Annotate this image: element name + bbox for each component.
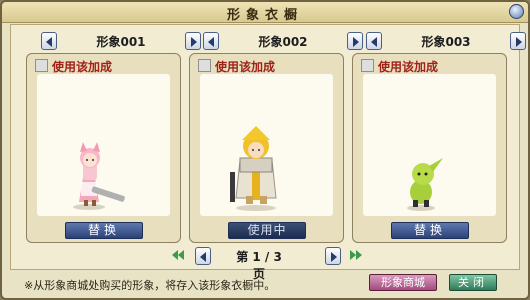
double-right-icon-part <box>356 250 362 260</box>
slot-name: 形象003 <box>421 35 471 49</box>
prev-outfit-button[interactable] <box>203 32 219 50</box>
outfit-preview <box>200 74 333 216</box>
outfit-card-3: 使用该加成 替换 <box>352 53 507 243</box>
arrow-right-icon <box>516 37 522 47</box>
title-bar[interactable]: 形象衣橱 <box>2 2 528 23</box>
in-use-button[interactable]: 使用中 <box>228 222 306 239</box>
outfit-card-2: 使用该加成 使用中 <box>189 53 344 243</box>
prev-page-button[interactable] <box>195 247 211 265</box>
outfit-preview <box>363 74 496 216</box>
use-bonus-option[interactable]: 使用该加成 <box>361 58 501 74</box>
prev-outfit-button[interactable] <box>366 32 382 50</box>
replace-button[interactable]: 替换 <box>391 222 469 239</box>
arrow-left-icon <box>46 37 52 47</box>
close-icon[interactable] <box>509 4 524 19</box>
use-bonus-option[interactable]: 使用该加成 <box>198 58 338 74</box>
outfit-preview <box>37 74 170 216</box>
first-page-button[interactable] <box>171 247 187 264</box>
arrow-right-icon <box>353 37 359 47</box>
arrow-left-icon <box>208 37 214 47</box>
slot-header-3: 形象003 <box>366 31 526 51</box>
next-page-button[interactable] <box>325 247 341 265</box>
next-outfit-button[interactable] <box>185 32 201 50</box>
use-bonus-label: 使用该加成 <box>378 60 439 74</box>
close-button[interactable]: 关闭 <box>449 274 497 291</box>
next-outfit-button[interactable] <box>347 32 363 50</box>
slot-name: 形象001 <box>96 35 146 49</box>
wardrobe-panel: 形象001 使用该加成 替换 形象002 使用该加成 使用中 形象003 使用该… <box>10 24 526 281</box>
use-bonus-label: 使用该加成 <box>52 60 113 74</box>
character-green-creature-icon <box>407 158 443 211</box>
arrow-left-icon <box>200 252 206 262</box>
character-knight-icon <box>230 126 277 211</box>
window-title: 形象衣橱 <box>226 8 303 23</box>
last-page-button[interactable] <box>349 247 365 264</box>
use-bonus-checkbox[interactable] <box>35 59 48 72</box>
character-pink-icon <box>73 142 125 210</box>
next-outfit-button[interactable] <box>510 32 526 50</box>
outfit-card-1: 使用该加成 替换 <box>26 53 181 243</box>
slot-name: 形象002 <box>258 35 308 49</box>
wardrobe-window: 形象衣橱 形象001 使用该加成 替换 形象002 使用该加成 使用中 形象00… <box>0 0 530 300</box>
arrow-right-icon <box>331 252 337 262</box>
slot-header-2: 形象002 <box>203 31 363 51</box>
prev-outfit-button[interactable] <box>41 32 57 50</box>
double-left-icon-part <box>178 250 184 260</box>
replace-button[interactable]: 替换 <box>65 222 143 239</box>
pager: 第 1 / 3 页 <box>11 247 519 281</box>
use-bonus-option[interactable]: 使用该加成 <box>35 58 175 74</box>
use-bonus-checkbox[interactable] <box>198 59 211 72</box>
arrow-right-icon <box>191 37 197 47</box>
use-bonus-checkbox[interactable] <box>361 59 374 72</box>
arrow-left-icon <box>371 37 377 47</box>
outfit-shop-button[interactable]: 形象商城 <box>369 274 437 291</box>
footer-note: ※从形象商城处购买的形象，将存入该形象衣橱中。 <box>24 279 276 292</box>
use-bonus-label: 使用该加成 <box>215 60 276 74</box>
slot-header-1: 形象001 <box>41 31 201 51</box>
